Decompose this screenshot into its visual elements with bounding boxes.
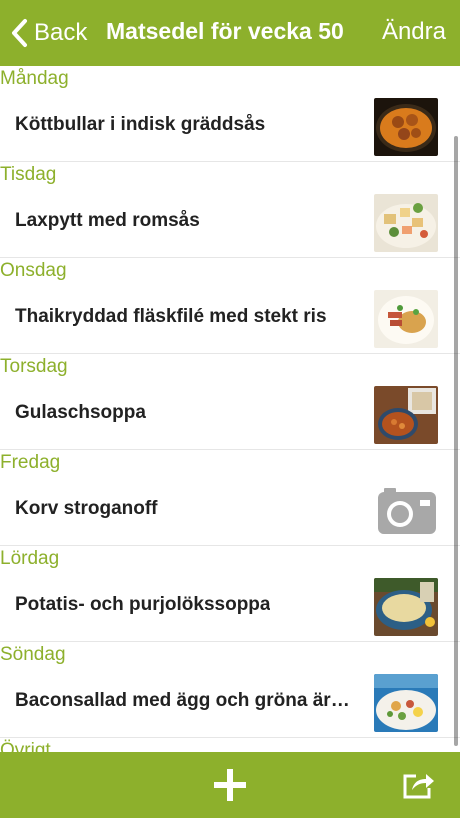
day-section-other: Övrigt (0, 738, 460, 752)
dish-name: Laxpytt med romsås (15, 210, 200, 231)
day-header: Söndag (0, 642, 80, 670)
day-header: Tisdag (0, 162, 80, 190)
scrollbar[interactable] (454, 136, 458, 746)
dish-name: Baconsallad med ägg och gröna är… (15, 690, 350, 711)
day-header: Lördag (0, 546, 80, 574)
share-button[interactable] (402, 770, 436, 800)
day-section-wednesday: Thaikryddad fläskfilé med stekt ris Onsd… (0, 258, 460, 354)
day-section-saturday: Potatis- och purjolökssoppa Lördag (0, 546, 460, 642)
chevron-left-icon (12, 19, 27, 47)
bacon-salad-photo (374, 674, 438, 732)
dish-name: Gulaschsoppa (15, 402, 146, 423)
day-header: Måndag (0, 66, 80, 94)
day-header: Onsdag (0, 258, 80, 286)
camera-placeholder-icon (374, 482, 438, 540)
thai-pork-rice-photo (374, 290, 438, 348)
share-icon (403, 774, 434, 799)
back-label: Back (34, 19, 88, 46)
plus-icon (214, 769, 246, 801)
day-section-tuesday: Laxpytt med romsås Tisdag (0, 162, 460, 258)
day-header: Övrigt (0, 738, 80, 752)
dish-name: Thaikryddad fläskfilé med stekt ris (15, 306, 327, 327)
weekly-menu-list: Köttbullar i indisk gräddsås Måndag Laxp… (0, 66, 460, 752)
bottom-toolbar (0, 752, 460, 818)
app-window: Back Matsedel för vecka 50 Ändra Köttbul… (0, 0, 460, 818)
dish-name: Korv stroganoff (15, 498, 158, 519)
navigation-bar: Back Matsedel för vecka 50 Ändra (0, 0, 460, 66)
add-button[interactable] (212, 767, 248, 803)
salmon-hash-photo (374, 194, 438, 252)
potato-leek-soup-photo (374, 578, 438, 636)
edit-button[interactable]: Ändra (382, 18, 446, 46)
day-section-sunday: Baconsallad med ägg och gröna är… Söndag (0, 642, 460, 738)
page-title: Matsedel för vecka 50 (106, 18, 344, 44)
day-section-monday: Köttbullar i indisk gräddsås Måndag (0, 66, 460, 162)
day-header: Fredag (0, 450, 80, 478)
dish-name: Potatis- och purjolökssoppa (15, 594, 271, 615)
day-section-thursday: Gulaschsoppa Torsdag (0, 354, 460, 450)
back-button[interactable]: Back (10, 14, 87, 52)
day-section-friday: Korv stroganoff Fredag (0, 450, 460, 546)
day-header: Torsdag (0, 354, 80, 382)
goulash-soup-photo (374, 386, 438, 444)
meatballs-curry-photo (374, 98, 438, 156)
dish-name: Köttbullar i indisk gräddsås (15, 114, 266, 135)
